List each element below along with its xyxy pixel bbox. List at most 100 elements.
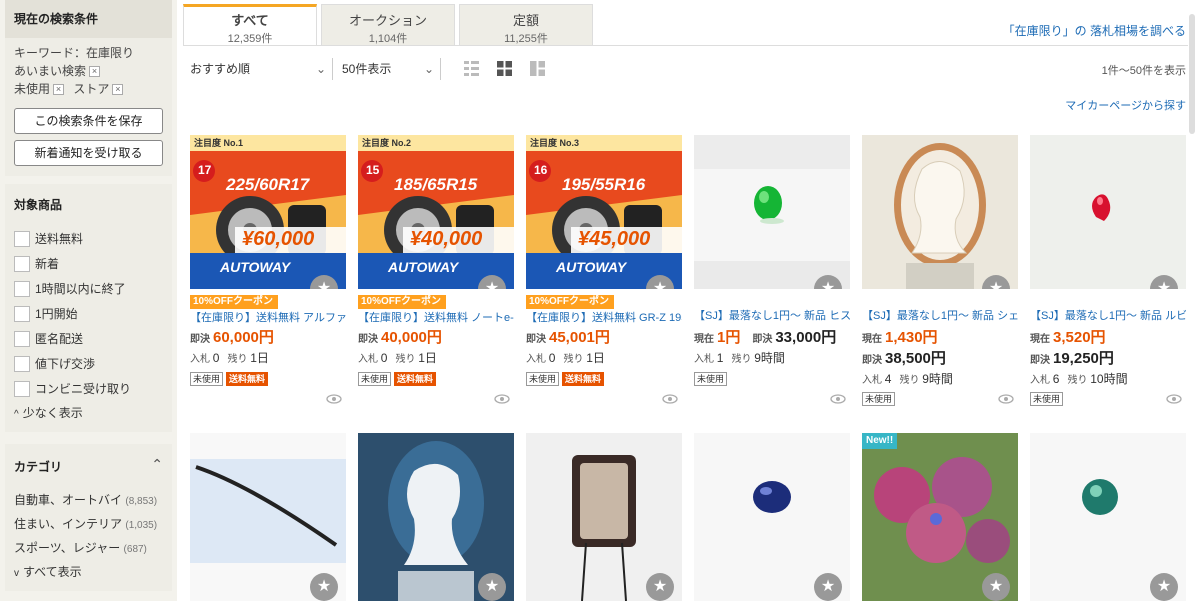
remove-fuzzy-icon[interactable]: × [89,66,101,77]
product-image[interactable]: ★ [1030,135,1186,289]
watch-icon[interactable] [1166,394,1182,404]
tags: 未使用 送料無料 [190,371,271,386]
product-card[interactable]: ★ [526,433,682,601]
tags: 未使用 [1030,391,1066,406]
scrollbar-thumb[interactable] [1189,14,1195,134]
show-less-link[interactable]: ^ 少なく表示 [14,404,83,424]
tab-all[interactable]: すべて 12,359件 [183,4,317,46]
product-image[interactable]: 注目度 No.3 16 195/55R16 ¥45,000 AUTOWAY ★ [526,135,682,289]
checkbox[interactable] [14,356,30,372]
star-icon[interactable]: ★ [310,573,338,601]
filter-label: 1時間以内に終了 [35,282,126,296]
filter-convenience-pickup[interactable]: コンビニ受け取り [14,380,131,400]
checkbox[interactable] [14,256,30,272]
product-image[interactable]: 注目度 No.2 15 185/65R15 ¥40,000 AUTOWAY ★ [358,135,514,289]
category-item[interactable]: 住まい、インテリア (1,035) [14,516,157,534]
bid-info: 入札 1 残り 9時間 [694,351,785,365]
tire-size-text: 195/55R16 [562,175,646,194]
fuzzy-label: あいまい検索 [14,64,87,78]
product-title[interactable]: 【在庫限り】送料無料 ノートe-POWER 185/65R15 [358,309,514,325]
save-conditions-button[interactable]: この検索条件を保存 [14,108,163,134]
star-icon[interactable]: ★ [814,573,842,601]
product-image[interactable]: ★ [694,135,850,289]
product-image[interactable]: ★ [358,433,514,601]
star-icon[interactable]: ★ [982,573,1010,601]
category-item[interactable]: 自動車、オートバイ (8,853) [14,492,157,510]
product-card[interactable]: ★ 【SJ】最落なし1円～ 新品 ルビー 現在 3,520円 即決 19,250円 … [1030,135,1186,410]
filter-label: 1円開始 [35,307,78,321]
per-page-value: 50件表示 [342,62,392,76]
category-item[interactable]: スポーツ、レジャー (687) [14,540,147,558]
watch-icon[interactable] [998,394,1014,404]
product-title[interactable]: 【在庫限り】送料無料 GR-Z 195/55R16 [526,309,682,325]
product-card[interactable]: ★ [694,433,850,601]
product-card[interactable]: ★ [1030,433,1186,601]
filter-price-negotiation[interactable]: 値下げ交渉 [14,355,95,375]
tags: 未使用 [862,391,898,406]
star-icon[interactable]: ★ [1150,573,1178,601]
product-image[interactable]: ★ [526,433,682,601]
filter-ending-1h[interactable]: 1時間以内に終了 [14,280,126,300]
product-image[interactable]: 注目度 No.1 17 225/60R17 ¥60,000 AUTOWAY ★ [190,135,346,289]
filter-new[interactable]: 新着 [14,255,59,275]
result-range: 1件～50件を表示 [1101,65,1186,77]
filter-anonymous-shipping[interactable]: 匿名配送 [14,330,83,350]
tab-label: すべて [231,13,269,28]
per-page-select[interactable]: 50件表示 ⌄ [342,60,438,78]
checkbox[interactable] [14,331,30,347]
watch-icon[interactable] [326,394,342,404]
current-price-line: 現在 1,430円 [862,329,938,346]
chevron-down-icon: ⌄ [423,62,434,76]
remove-unused-icon[interactable]: × [53,84,65,95]
product-image[interactable]: New!! ★ [862,433,1018,601]
list-view-icon[interactable] [464,61,479,79]
star-icon[interactable]: ★ [478,573,506,601]
market-price-link[interactable]: 「在庫限り」の 落札相場を調べる [1003,22,1186,39]
product-card[interactable]: ★ [190,433,346,601]
product-card[interactable]: New!! ★ [862,433,1018,601]
unused-tag: 未使用 [862,392,896,406]
product-image[interactable]: ★ [1030,433,1186,601]
unused-store-condition: 未使用 × ストア × [5,80,172,98]
product-image[interactable]: ★ [694,433,850,601]
product-card[interactable]: 注目度 No.2 15 185/65R15 ¥40,000 AUTOWAY ★ … [358,135,514,410]
notify-new-button[interactable]: 新着通知を受け取る [14,140,163,166]
free-shipping-tag: 送料無料 [394,372,437,386]
current-price-line: 現在 3,520円 [1030,329,1106,346]
sort-select[interactable]: おすすめ順 ⌄ [190,60,330,78]
grid-view-icon[interactable] [497,61,512,79]
mycar-link[interactable]: マイカーページから探す [1065,97,1186,113]
product-title[interactable]: 【SJ】最落なし1円～ 新品 ヒスイ [694,307,850,323]
checkbox[interactable] [14,281,30,297]
product-card[interactable]: ★ 【SJ】最落なし1円～ 新品 シェルカメオ 現在1,430円 即決38,50… [862,135,1018,410]
tags: 未使用 [694,371,730,386]
product-title[interactable]: 【在庫限り】送料無料 アルファード・ヴェルファイア 225/60R17 [190,309,346,325]
watch-icon[interactable] [662,394,678,404]
tab-auction[interactable]: オークション 1,104件 [321,4,455,46]
product-card[interactable]: ★ 【SJ】最落なし1円～ 新品 ヒスイ 現在 1円 即決 33,000円 入札 1残… [694,135,850,410]
checkbox[interactable] [14,306,30,322]
product-image[interactable]: ★ [862,135,1018,289]
filter-1yen-start[interactable]: 1円開始 [14,305,78,325]
price-line: 即決 60,000円 [190,329,274,346]
star-icon[interactable]: ★ [646,573,674,601]
watch-icon[interactable] [494,394,510,404]
large-grid-view-icon[interactable] [530,61,545,79]
product-image[interactable]: ★ [190,433,346,601]
chevron-up-icon[interactable]: ⌃ [151,456,163,473]
product-card[interactable]: 注目度 No.1 17 225/60R17 ¥60,000 AUTOWAY ★ … [190,135,346,410]
filter-free-shipping[interactable]: 送料無料 [14,230,83,250]
show-all-link[interactable]: v すべて表示 [14,564,82,582]
product-card[interactable]: ★ [358,433,514,601]
checkbox[interactable] [14,231,30,247]
remove-store-icon[interactable]: × [112,84,124,95]
inch-label: 15 [366,163,380,177]
product-title[interactable]: 【SJ】最落なし1円～ 新品 ルビー [1030,307,1186,323]
target-items-title: 対象商品 [14,198,63,212]
tab-fixed-price[interactable]: 定額 11,255件 [459,4,593,46]
watch-icon[interactable] [830,394,846,404]
product-card[interactable]: 注目度 No.3 16 195/55R16 ¥45,000 AUTOWAY ★ … [526,135,682,410]
product-title[interactable]: 【SJ】最落なし1円～ 新品 シェルカメオ [862,307,1018,323]
checkbox[interactable] [14,381,30,397]
price-line: 即決 45,001円 [526,329,610,346]
